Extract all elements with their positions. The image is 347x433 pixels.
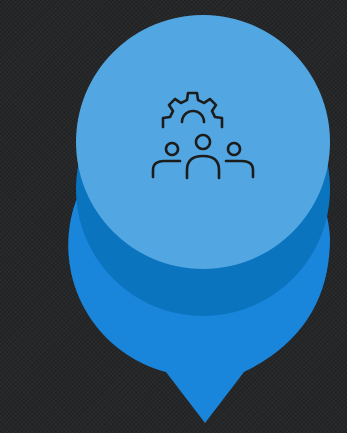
map-pin-infographic <box>68 15 330 423</box>
pin-inner-disc <box>76 15 330 269</box>
